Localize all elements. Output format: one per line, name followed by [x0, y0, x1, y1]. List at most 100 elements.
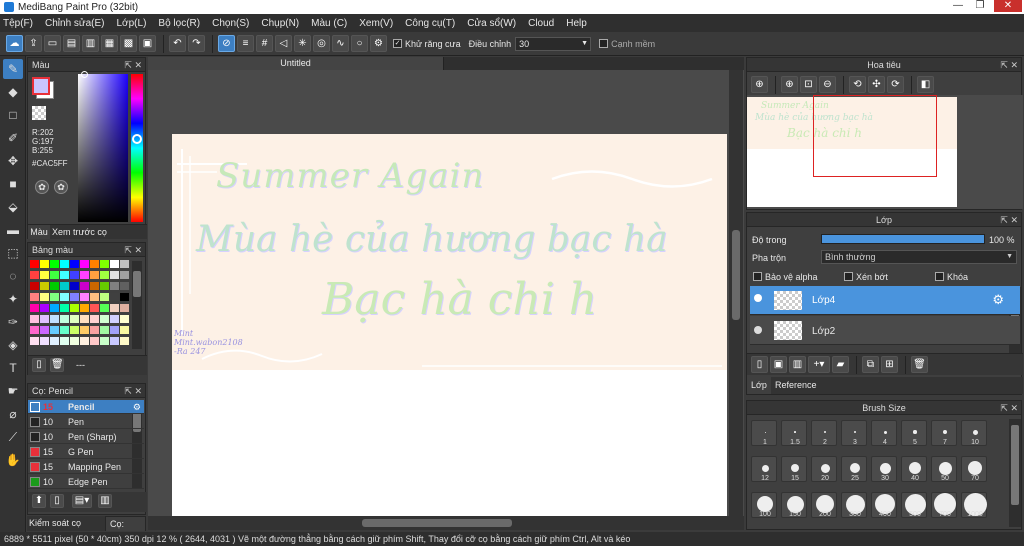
brush-size-cell[interactable]: 400: [871, 492, 897, 518]
brush-size-cell[interactable]: 5: [901, 420, 927, 446]
comic-frame-icon[interactable]: ▦: [101, 35, 118, 52]
brush-item-pen-sharp[interactable]: 10 Pen (Sharp): [28, 430, 144, 444]
brush-size-cell[interactable]: 12: [751, 456, 777, 482]
new-folder-icon[interactable]: ▰: [832, 356, 849, 373]
palette-swatch[interactable]: [120, 304, 129, 312]
comment-icon[interactable]: ▭: [44, 35, 61, 52]
palette-swatch[interactable]: [80, 337, 89, 345]
merge-down-icon[interactable]: ⊞: [881, 356, 898, 373]
palette-swatch[interactable]: [90, 304, 99, 312]
dropper-tool-icon[interactable]: ⌀: [3, 404, 23, 424]
palette-swatch[interactable]: [30, 304, 39, 312]
palette-swatch[interactable]: [50, 337, 59, 345]
brush-item-mapping-pen[interactable]: 15 Mapping Pen: [28, 460, 144, 474]
palette-swatch[interactable]: [110, 293, 119, 301]
transparent-color-icon[interactable]: [32, 106, 46, 120]
palette-grid[interactable]: [30, 260, 130, 352]
palette-swatch[interactable]: [70, 271, 79, 279]
palette-swatch[interactable]: [110, 304, 119, 312]
brush-size-scrollbar[interactable]: [1009, 419, 1021, 527]
brush-size-cell[interactable]: 1.5: [781, 420, 807, 446]
magic-wand-tool-icon[interactable]: ✦: [3, 289, 23, 309]
canvas-area[interactable]: Summer Again Mùa hè của hương bạc hà Bạc…: [148, 70, 744, 516]
palette-swatch[interactable]: [80, 315, 89, 323]
brush-settings-icon[interactable]: ▯: [50, 494, 64, 508]
correction-select[interactable]: 30 ▼: [515, 36, 592, 51]
brush-size-cell[interactable]: 500: [901, 492, 927, 518]
palette-swatch[interactable]: [30, 293, 39, 301]
palette-swatch[interactable]: [110, 315, 119, 323]
palette-swatch[interactable]: [70, 282, 79, 290]
tab-brush-preview[interactable]: Xem trước cọ: [52, 225, 107, 239]
layer-row-lop4[interactable]: Lớp4 ⚙: [750, 286, 1020, 315]
zoom-in-icon[interactable]: ⊕: [751, 76, 768, 93]
palette-swatch[interactable]: [100, 293, 109, 301]
palette-swatch[interactable]: [100, 315, 109, 323]
panels-icon[interactable]: ▣: [139, 35, 156, 52]
new-8bit-layer-icon[interactable]: ▥: [789, 356, 806, 373]
palette-swatch[interactable]: [110, 271, 119, 279]
parallel-snap-icon[interactable]: ≡: [237, 35, 254, 52]
menu-select[interactable]: Chọn(S): [212, 18, 249, 29]
zoom-in-step-icon[interactable]: ⊕: [781, 76, 798, 93]
brush-menu-icon[interactable]: ▤▾: [72, 494, 92, 508]
palette-swatch[interactable]: [70, 293, 79, 301]
palette-swatch[interactable]: [100, 282, 109, 290]
brush-size-cell[interactable]: 200: [811, 492, 837, 518]
gear-icon[interactable]: ⚙: [992, 292, 1004, 308]
brush-size-cell[interactable]: 4: [871, 420, 897, 446]
new-palette-icon[interactable]: ▯: [32, 358, 46, 372]
palette-swatch[interactable]: [30, 326, 39, 334]
palette-swatch[interactable]: [90, 315, 99, 323]
palette-swatch[interactable]: [40, 260, 49, 268]
canvas-horizontal-scrollbar[interactable]: [148, 516, 744, 530]
palette-swatch[interactable]: [60, 326, 69, 334]
add-layer-menu-icon[interactable]: +▾: [808, 356, 830, 373]
scrollbar-thumb[interactable]: [362, 519, 512, 527]
canvas-vertical-scrollbar[interactable]: [729, 70, 743, 516]
text-tool-icon[interactable]: T: [3, 358, 23, 378]
palette-swatch[interactable]: [100, 260, 109, 268]
navigator-preview[interactable]: Summer Again Mùa hè của hương bạc hà Bạc…: [747, 95, 1023, 209]
palette-scrollbar[interactable]: [132, 261, 142, 349]
grid-panel-icon[interactable]: ▩: [120, 35, 137, 52]
tab-layer[interactable]: Lớp: [747, 377, 771, 394]
palette-swatch[interactable]: [70, 326, 79, 334]
brush-size-cell[interactable]: 2: [811, 420, 837, 446]
foreground-color-swatch[interactable]: [32, 77, 50, 95]
lasso-tool-icon[interactable]: ◌: [3, 266, 23, 286]
cloud-icon[interactable]: ☁: [6, 35, 23, 52]
share-icon[interactable]: ⇪: [25, 35, 42, 52]
palette-swatch[interactable]: [100, 271, 109, 279]
palette-swatch[interactable]: [50, 326, 59, 334]
palette-swatch[interactable]: [120, 260, 129, 268]
palette-swatch[interactable]: [80, 271, 89, 279]
grid-snap-icon[interactable]: #: [256, 35, 273, 52]
palette-swatch[interactable]: [30, 271, 39, 279]
minimize-button[interactable]: —: [948, 0, 968, 12]
menu-file[interactable]: Tệp(F): [3, 18, 33, 29]
palette-swatch[interactable]: [110, 282, 119, 290]
duplicate-layer-icon[interactable]: ⧉: [862, 356, 879, 373]
palette-swatch[interactable]: [70, 304, 79, 312]
divide-tool-icon[interactable]: ⟋: [3, 427, 23, 447]
brush-size-cell[interactable]: 15: [781, 456, 807, 482]
brush-tool-icon[interactable]: ✎: [3, 59, 23, 79]
select-tool-icon[interactable]: ⬚: [3, 243, 23, 263]
scrollbar-thumb[interactable]: [133, 271, 141, 297]
eraser-tool-icon[interactable]: ◆: [3, 82, 23, 102]
palette-swatch[interactable]: [60, 304, 69, 312]
brush-size-cell[interactable]: 1: [751, 420, 777, 446]
shape-tool-icon[interactable]: □: [3, 105, 23, 125]
snap-off-icon[interactable]: ⊘: [218, 35, 235, 52]
menu-layer[interactable]: Lớp(L): [117, 18, 147, 29]
new-layer-icon[interactable]: ▯: [751, 356, 768, 373]
palette-swatch[interactable]: [40, 282, 49, 290]
rotate-right-icon[interactable]: ⟳: [887, 76, 904, 93]
palette-swatch[interactable]: [90, 293, 99, 301]
hue-slider[interactable]: [131, 74, 143, 222]
menu-filter[interactable]: Bộ lọc(R): [158, 18, 200, 29]
palette-swatch[interactable]: [100, 304, 109, 312]
palette-swatch[interactable]: [50, 315, 59, 323]
redo-icon[interactable]: ↷: [188, 35, 205, 52]
